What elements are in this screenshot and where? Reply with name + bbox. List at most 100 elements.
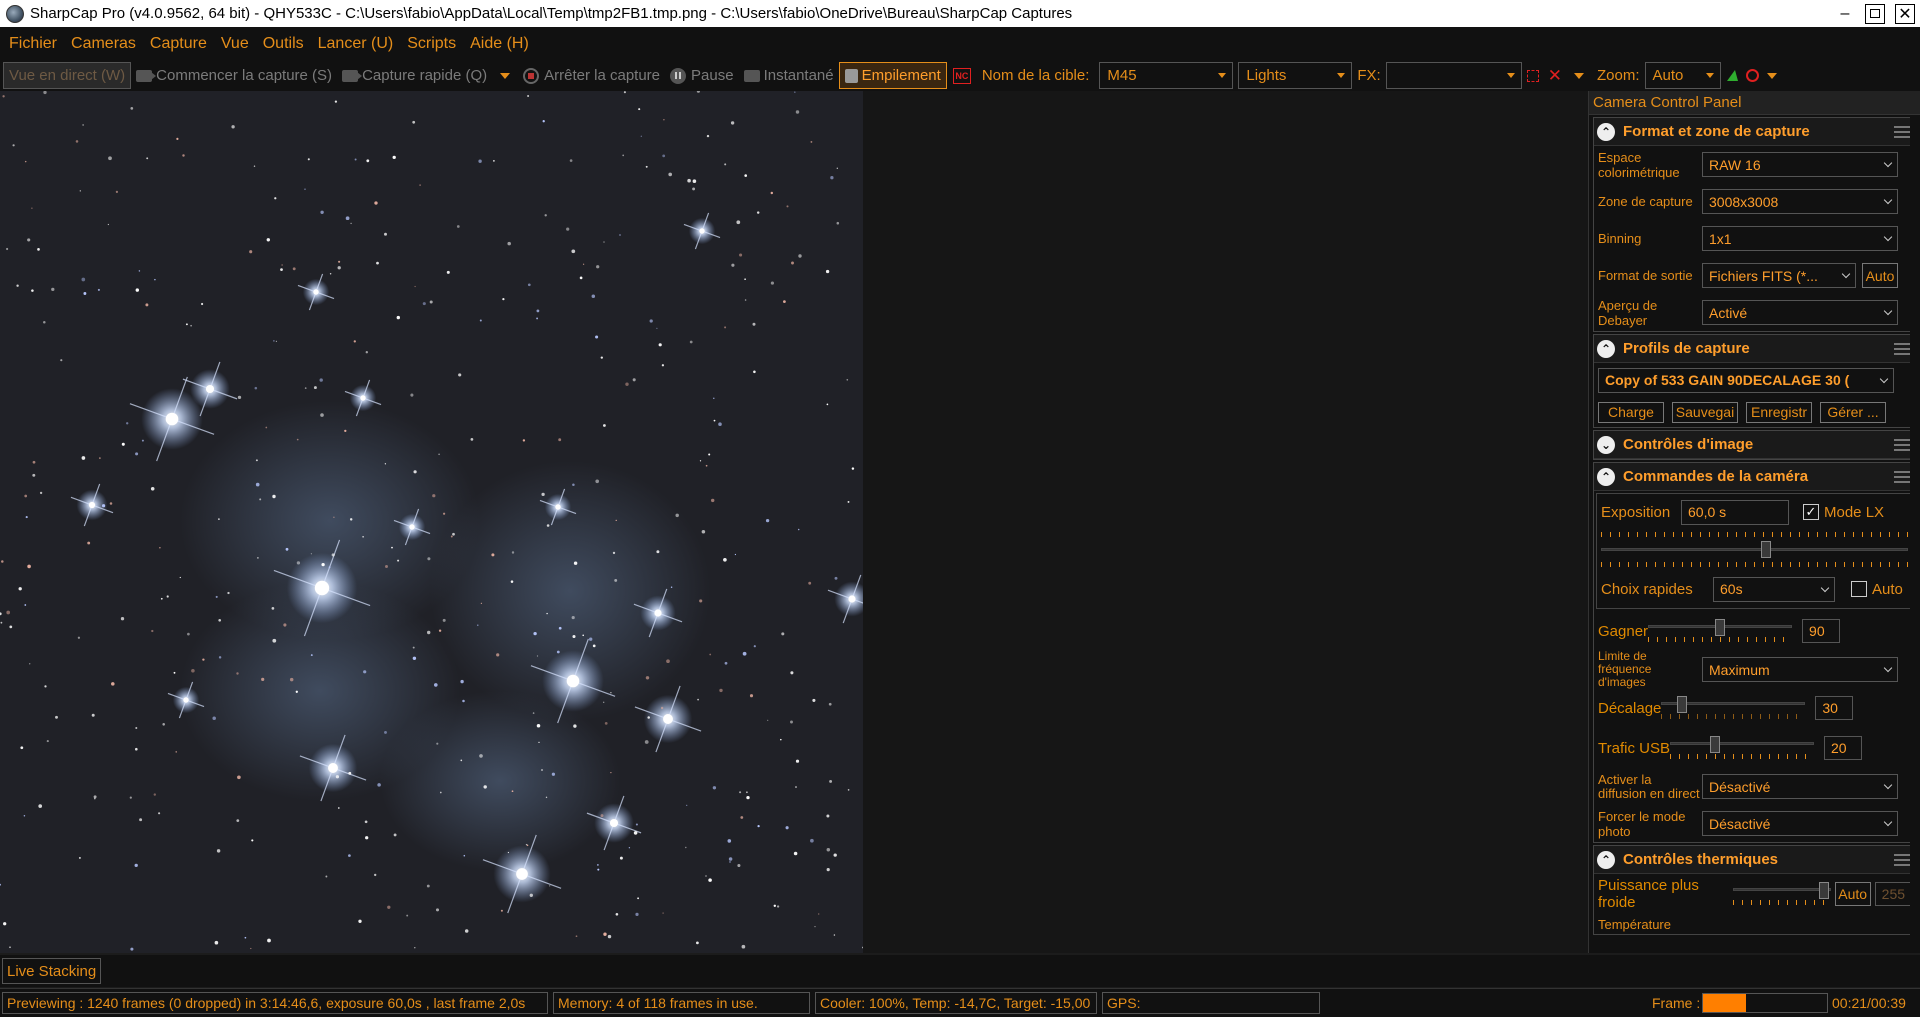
menu-scripts[interactable]: Scripts [400, 35, 463, 53]
hamburger-icon[interactable] [1894, 438, 1910, 451]
target-name-select[interactable]: M45 [1099, 62, 1234, 89]
stream-label: Activer la diffusion en direct [1598, 771, 1700, 801]
output-auto-button[interactable]: Auto [1862, 263, 1898, 288]
gain-slider[interactable] [1648, 619, 1793, 643]
cooler-slider-thumb[interactable] [1818, 882, 1829, 899]
minimize-icon: – [1840, 4, 1850, 22]
framerate-select[interactable]: Maximum [1702, 657, 1898, 682]
fx-select[interactable] [1385, 62, 1522, 89]
quick-choice-select[interactable]: 60s [1713, 576, 1835, 602]
output-format-label: Format de sortie [1598, 268, 1693, 283]
cooler-auto-button[interactable]: Auto [1834, 882, 1871, 906]
gain-slider-thumb[interactable] [1715, 619, 1726, 636]
photo-mode-select[interactable]: Désactivé [1702, 811, 1898, 836]
debayer-select[interactable]: Activé [1702, 300, 1898, 325]
menu-cameras[interactable]: Cameras [64, 35, 143, 53]
save-profile-button[interactable]: Sauvegai [1672, 401, 1738, 423]
offset-row: Décalage 30 [1594, 688, 1915, 728]
chevron-up-icon[interactable]: ⌃ [1597, 467, 1615, 486]
menu-lancer[interactable]: Lancer (U) [311, 35, 401, 53]
profile-select-row: Copy of 533 GAIN 90DECALAGE 30 ( [1594, 363, 1915, 397]
load-profile-button[interactable]: Charge [1598, 401, 1664, 423]
offset-slider-thumb[interactable] [1677, 696, 1688, 713]
chevron-up-icon[interactable]: ⌃ [1597, 339, 1615, 358]
menu-fichier[interactable]: Fichier [2, 35, 64, 53]
manage-profiles-button[interactable]: Gérer ... [1820, 401, 1886, 423]
exposure-slider[interactable] [1601, 532, 1908, 568]
camera-section-header[interactable]: ⌃ Commandes de la caméra [1594, 463, 1915, 491]
hamburger-icon[interactable] [1894, 470, 1910, 483]
overlay-dropdown-icon[interactable] [1573, 72, 1584, 79]
quick-auto-checkbox[interactable] [1851, 581, 1867, 597]
usb-row: Trafic USB 20 [1594, 728, 1915, 768]
profiles-section-header[interactable]: ⌃ Profils de capture [1594, 335, 1915, 363]
profile-select[interactable]: Copy of 533 GAIN 90DECALAGE 30 ( [1598, 367, 1894, 393]
close-button[interactable]: ✕ [1890, 0, 1920, 27]
profiles-section-title: Profils de capture [1623, 340, 1750, 357]
usb-slider-thumb[interactable] [1710, 736, 1721, 753]
exposure-input[interactable]: 60,0 s [1681, 499, 1789, 525]
binning-select[interactable]: 1x1 [1702, 226, 1898, 251]
quick-capture-dropdown-icon[interactable] [500, 72, 511, 79]
status-bar: Previewing : 1240 frames (0 dropped) in … [0, 988, 1920, 1017]
star-image[interactable] [0, 91, 863, 953]
image-controls-header[interactable]: ⌄ Contrôles d'image [1594, 431, 1915, 459]
cooler-slider[interactable] [1732, 882, 1831, 906]
format-section-header[interactable]: ⌃ Format et zone de capture [1594, 118, 1915, 146]
menu-outils[interactable]: Outils [256, 35, 311, 53]
capture-area-select[interactable]: 3008x3008 [1702, 189, 1898, 214]
color-space-label: Espace colorimétrique [1598, 149, 1680, 180]
hamburger-icon[interactable] [1894, 853, 1910, 866]
focus-target-icon[interactable] [1745, 69, 1759, 82]
zoom-select[interactable]: Auto [1644, 62, 1721, 89]
menu-vue[interactable]: Vue [214, 35, 256, 53]
frame-type-select[interactable]: Lights [1238, 62, 1353, 89]
gain-value[interactable]: 90 [1802, 619, 1841, 643]
restore-button[interactable] [1860, 0, 1890, 27]
stop-capture-button[interactable]: Arrêter la capture [518, 62, 665, 89]
chevron-up-icon[interactable]: ⌃ [1597, 850, 1615, 869]
output-format-row: Format de sortie Fichiers FITS (*... Aut… [1594, 257, 1915, 294]
exposure-slider-thumb[interactable] [1761, 541, 1772, 558]
chevron-down-icon [1506, 73, 1515, 78]
start-capture-button[interactable]: Commencer la capture (S) [131, 62, 337, 89]
crosshair-icon[interactable]: ✕ [1548, 66, 1562, 86]
snapshot-button[interactable]: Instantané [739, 62, 839, 89]
menu-capture[interactable]: Capture [143, 35, 214, 53]
menu-aide[interactable]: Aide (H) [463, 35, 536, 53]
quick-auto-label: Auto [1872, 580, 1903, 598]
thermal-section-header[interactable]: ⌃ Contrôles thermiques [1594, 846, 1915, 874]
stacking-button[interactable]: Empilement [838, 62, 947, 89]
panel-scrollbar[interactable] [1910, 115, 1920, 953]
exposure-group: Exposition 60,0 s ✓ Mode LX Choix rapide… [1596, 493, 1913, 609]
chevron-down-icon[interactable]: ⌄ [1597, 435, 1615, 454]
usb-value[interactable]: 20 [1823, 736, 1862, 760]
cooler-label: Puissance plus froide [1598, 877, 1699, 911]
menu-bar: Fichier Cameras Capture Vue Outils Lance… [0, 27, 1920, 60]
tools-dropdown-icon[interactable] [1766, 72, 1777, 79]
hamburger-icon[interactable] [1894, 125, 1910, 138]
output-format-select[interactable]: Fichiers FITS (*... [1702, 263, 1856, 288]
live-view-button[interactable]: Vue en direct (W) [3, 62, 132, 89]
image-controls-title: Contrôles d'image [1623, 436, 1754, 453]
stream-select[interactable]: Désactivé [1702, 774, 1898, 799]
pause-button[interactable]: Pause [665, 62, 739, 89]
pause-icon [670, 67, 687, 84]
minimize-button[interactable]: – [1830, 0, 1860, 27]
hamburger-icon[interactable] [1894, 342, 1910, 355]
selection-rect-icon[interactable] [1526, 69, 1539, 82]
histogram-icon[interactable] [1726, 70, 1738, 81]
nc-icon[interactable]: NC [952, 67, 971, 84]
offset-value[interactable]: 30 [1815, 696, 1854, 720]
status-preview: Previewing : 1240 frames (0 dropped) in … [2, 992, 548, 1014]
color-space-select[interactable]: RAW 16 [1702, 152, 1898, 177]
lx-mode-checkbox[interactable]: ✓ [1803, 504, 1819, 520]
quick-capture-button[interactable]: Capture rapide (Q) [337, 62, 492, 89]
offset-slider[interactable] [1661, 696, 1806, 720]
usb-slider[interactable] [1669, 736, 1814, 760]
tab-live-stacking[interactable]: Live Stacking [2, 958, 102, 984]
fx-label: FX: [1357, 67, 1381, 84]
save-as-profile-button[interactable]: Enregistr [1746, 401, 1812, 423]
image-viewport[interactable] [0, 91, 1590, 953]
chevron-up-icon[interactable]: ⌃ [1597, 122, 1615, 141]
